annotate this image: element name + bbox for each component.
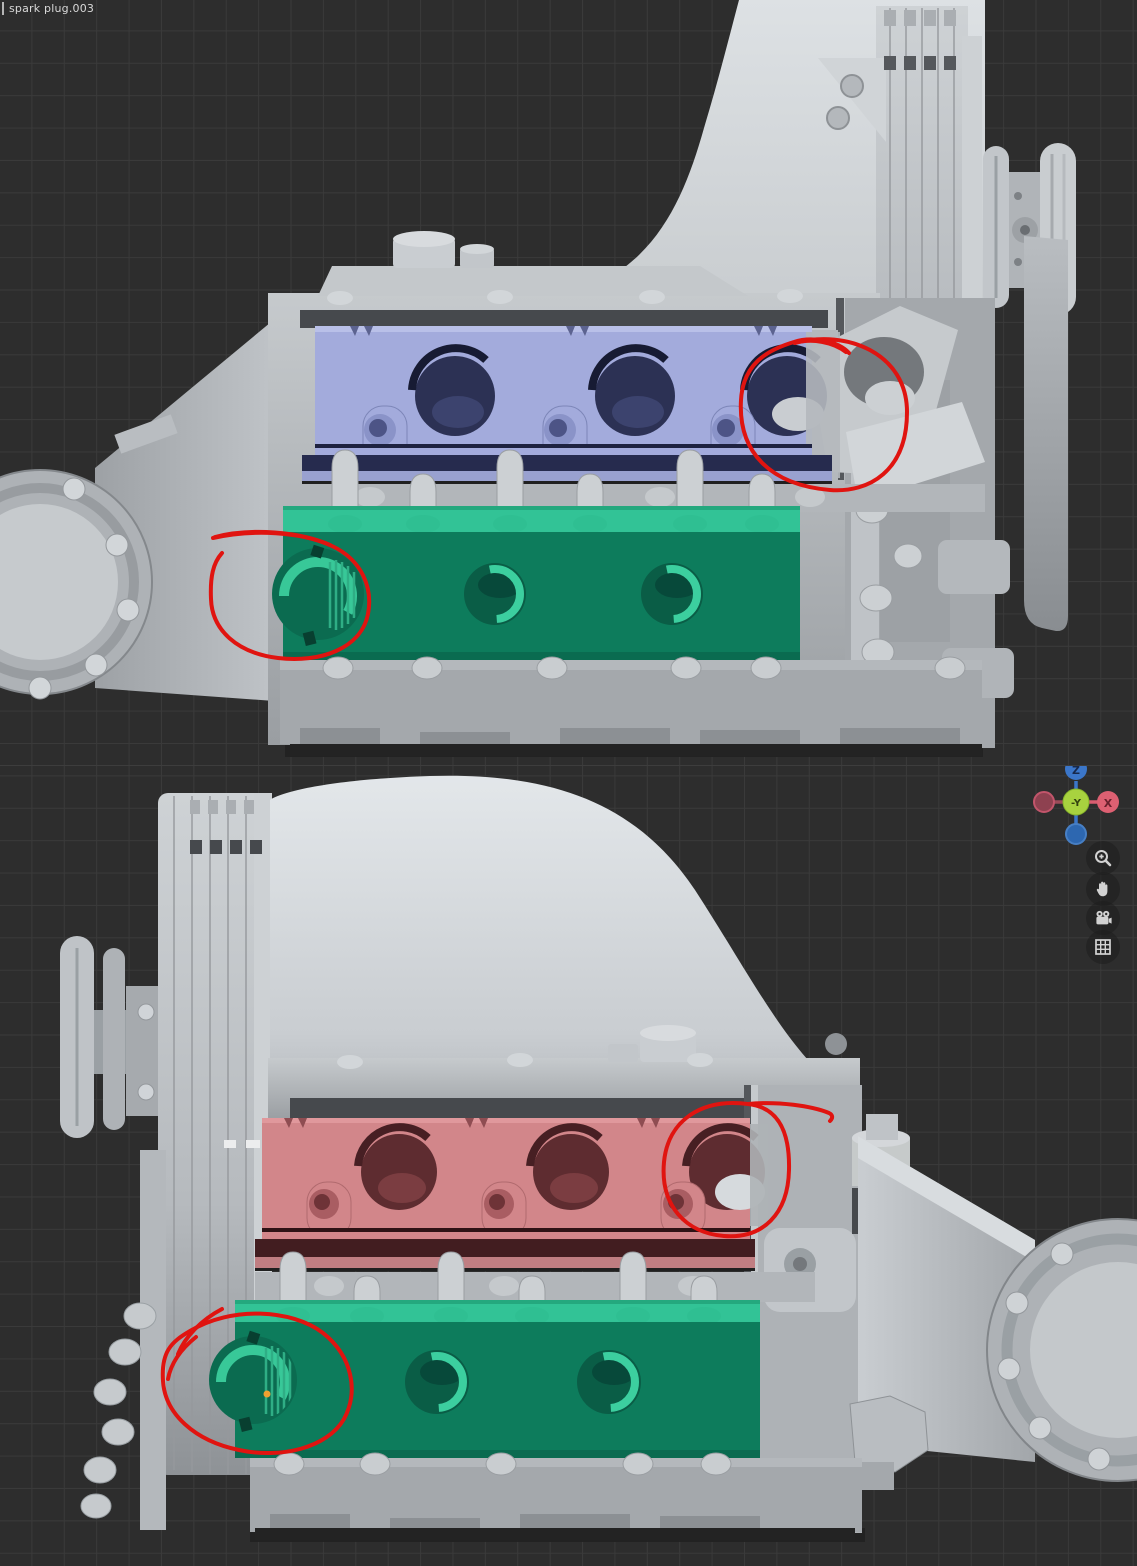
engine-block-green-bottom <box>209 1300 760 1458</box>
magnifier-plus-icon <box>1093 848 1113 868</box>
axis-x-neg-handle[interactable] <box>1034 792 1054 812</box>
hand-icon <box>1093 879 1113 899</box>
pulley-assembly-bottom <box>60 936 162 1138</box>
axis-z-neg-handle[interactable] <box>1066 824 1086 844</box>
cylinder-hole-green <box>577 1350 641 1414</box>
active-object-label: spark plug.003 <box>9 2 94 16</box>
cylinder-hole-green <box>641 563 703 625</box>
engine-block-green-top <box>272 506 800 660</box>
axis-x-handle[interactable]: X <box>1097 791 1119 813</box>
cylinder-hole-green <box>464 563 526 625</box>
grid-view-button[interactable] <box>1086 930 1120 964</box>
view-navigation-gizmo[interactable]: Z X -Y <box>1034 758 1119 844</box>
camera-icon <box>1093 908 1113 928</box>
engine-view-top <box>0 0 1076 757</box>
cylinder-hole-green <box>405 1350 469 1414</box>
axis-x-label: X <box>1104 797 1113 810</box>
grid-icon <box>1093 937 1113 957</box>
annotation-cursor-dot <box>264 1391 271 1398</box>
deck-plate <box>318 266 748 296</box>
render-canvas: Z X -Y <box>0 0 1137 1566</box>
axis-y-label: -Y <box>1071 798 1082 809</box>
screenshot-seam <box>0 765 1137 766</box>
oil-pan-block-top <box>280 657 982 756</box>
engine-view-bottom <box>60 776 1137 1542</box>
oil-pan-block-bottom <box>250 1453 862 1540</box>
zoom-tool-button[interactable] <box>1086 841 1120 875</box>
cylinder-head-red <box>255 1118 768 1271</box>
belt-strip <box>1024 236 1068 631</box>
blender-3d-viewport[interactable]: Z X -Y spark plug.0 <box>0 0 1137 1566</box>
header-edge-mark <box>2 2 4 15</box>
axis-z-handle[interactable]: Z <box>1065 758 1087 780</box>
axis-y-neg-handle[interactable]: -Y <box>1063 789 1089 815</box>
